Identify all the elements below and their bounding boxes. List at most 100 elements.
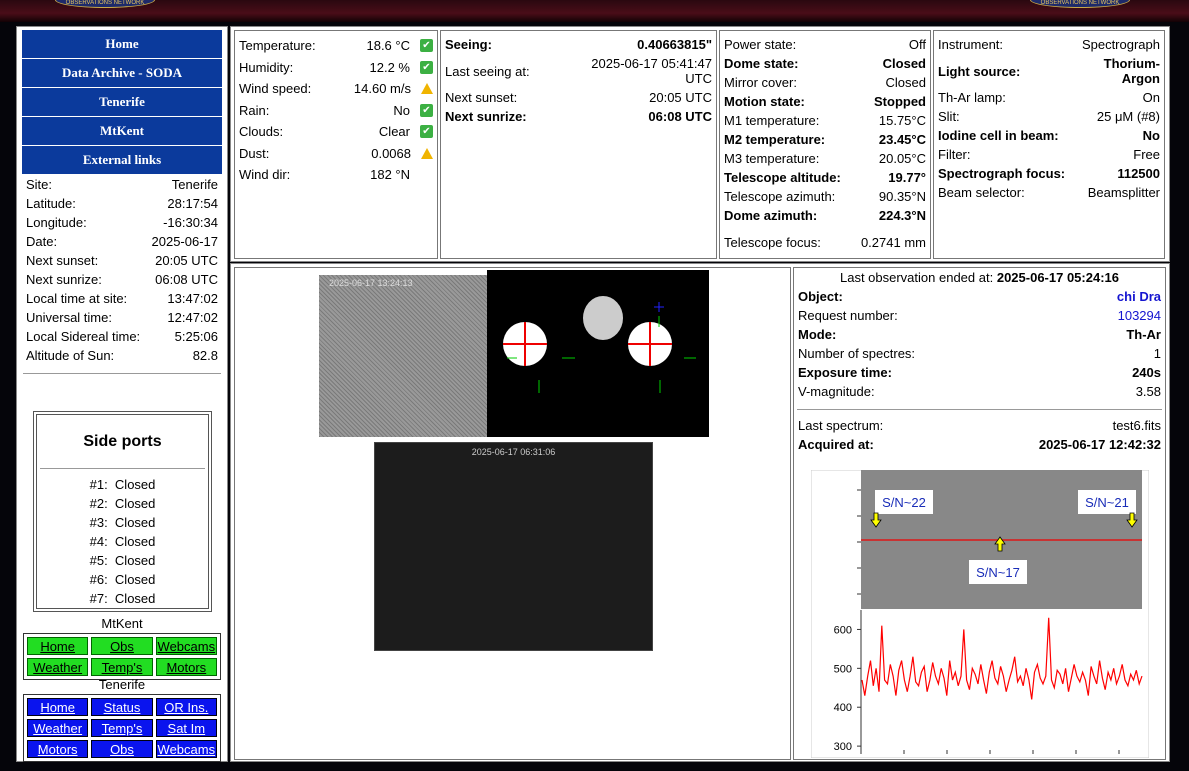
site-row-altitude-of-sun: Altitude of Sun: 82.8 bbox=[22, 346, 222, 365]
mtkent-link-obs[interactable]: Obs bbox=[91, 637, 153, 655]
instrument-value: 25 μM (#8) bbox=[1096, 109, 1160, 124]
telescope-row-motion-state: Motion state: Stopped bbox=[720, 92, 930, 111]
nav-mtkent[interactable]: MtKent bbox=[22, 117, 222, 145]
telescope-row-telescope-focus: Telescope focus: 0.2741 mm bbox=[720, 225, 930, 259]
instrument-value: 112500 bbox=[1117, 166, 1160, 181]
warning-icon bbox=[421, 147, 433, 159]
instrument-label: Th-Ar lamp: bbox=[938, 90, 1006, 105]
mtkent-link-temp-s[interactable]: Temp's bbox=[91, 658, 153, 676]
instrument-value: Beamsplitter bbox=[1087, 185, 1160, 200]
observation-value[interactable]: 103294 bbox=[1118, 308, 1161, 323]
nav-data-archive[interactable]: Data Archive - SODA bbox=[22, 59, 222, 87]
mtkent-links: Home Obs Webcams Weather Temp's Motors bbox=[23, 633, 221, 680]
telescope-value: Off bbox=[908, 37, 926, 52]
last-seeing-value: 2025-06-17 05:41:47 UTC bbox=[591, 56, 712, 86]
observation-label: Number of spectres: bbox=[798, 346, 916, 361]
weather-value: 14.60 m/s bbox=[353, 81, 411, 97]
observation-row-v-magnitude: V-magnitude: 3.58 bbox=[794, 382, 1165, 401]
sunrise-row: Next sunrize: 06:08 UTC bbox=[441, 107, 716, 126]
tenerife-title: Tenerife bbox=[98, 677, 146, 692]
dome-camera-image[interactable]: 2025-06-17 06:31:06 bbox=[374, 442, 653, 651]
check-icon: ✔ bbox=[420, 125, 433, 139]
weather-value-wrap: Clear ✔ bbox=[379, 124, 433, 139]
instrument-value: Spectrograph bbox=[1081, 37, 1160, 52]
telescope-row-m3-temperature: M3 temperature: 20.05°C bbox=[720, 149, 930, 168]
weather-label: Clouds: bbox=[239, 124, 284, 140]
spectrum-chart[interactable]: S/N~22 S/N~21 S/N~17 300 400 500 600 bbox=[811, 470, 1149, 758]
observation-value[interactable]: chi Dra bbox=[1117, 289, 1161, 304]
weather-value-wrap: 14.60 m/s bbox=[354, 81, 433, 96]
site-row-date: Date: 2025-06-17 bbox=[22, 232, 222, 251]
instrument-label: Slit: bbox=[938, 109, 960, 124]
site-value: 5:25:06 bbox=[174, 329, 218, 344]
tenerife-link-webcams[interactable]: Webcams bbox=[155, 740, 217, 758]
guider-camera-image[interactable] bbox=[487, 270, 709, 437]
weather-row-humidity: Humidity: 12.2 % ✔ bbox=[235, 57, 437, 79]
weather-row-wind-speed: Wind speed: 14.60 m/s bbox=[235, 78, 437, 100]
tenerife-link-motors[interactable]: Motors bbox=[27, 740, 89, 758]
nav-external-links[interactable]: External links bbox=[22, 146, 222, 174]
telescope-value: 0.2741 mm bbox=[860, 234, 926, 250]
mtkent-link-webcams[interactable]: Webcams bbox=[155, 637, 217, 655]
telescope-value: 19.77° bbox=[888, 170, 926, 185]
weather-value-wrap: No ✔ bbox=[393, 103, 433, 118]
mtkent-link-weather[interactable]: Weather bbox=[27, 658, 89, 676]
tenerife-link-weather[interactable]: Weather bbox=[27, 719, 89, 737]
telescope-row-mirror-cover: Mirror cover: Closed bbox=[720, 73, 930, 92]
telescope-value: Closed bbox=[882, 56, 926, 71]
tenerife-link-status[interactable]: Status bbox=[91, 698, 153, 716]
allsky-camera-image[interactable]: 2025-06-17 13:24:13 bbox=[319, 275, 487, 437]
site-value: 13:47:02 bbox=[167, 291, 218, 306]
port-state: Closed bbox=[114, 496, 156, 511]
port-state: Closed bbox=[114, 591, 156, 606]
nav-home[interactable]: Home bbox=[22, 30, 222, 58]
instrument-label: Iodine cell in beam: bbox=[938, 128, 1059, 143]
instrument-label: Light source: bbox=[938, 63, 1021, 79]
observation-label: Object: bbox=[798, 289, 843, 304]
instrument-label: Instrument: bbox=[938, 37, 1004, 52]
telescope-label: Telescope focus: bbox=[724, 234, 821, 250]
port-state: Closed bbox=[114, 515, 156, 530]
acquired-label: Acquired at: bbox=[798, 437, 874, 452]
header-banner: OBSERVATIONS NETWORK OBSERVATIONS NETWOR… bbox=[0, 0, 1189, 22]
tenerife-link-or-ins[interactable]: OR Ins. bbox=[155, 698, 217, 716]
last-spectrum-value: test6.fits bbox=[1112, 418, 1161, 433]
site-label: Local time at site: bbox=[26, 291, 128, 306]
nav-tenerife[interactable]: Tenerife bbox=[22, 88, 222, 116]
instrument-row-instrument: Instrument: Spectrograph bbox=[934, 35, 1164, 54]
tenerife-link-temp-s[interactable]: Temp's bbox=[91, 719, 153, 737]
tenerife-link-home[interactable]: Home bbox=[27, 698, 89, 716]
dome-camera-timestamp: 2025-06-17 06:31:06 bbox=[471, 447, 556, 457]
instrument-row-filter: Filter: Free bbox=[934, 145, 1164, 164]
observation-row-number-of-spectres: Number of spectres: 1 bbox=[794, 344, 1165, 363]
observation-details: Object: chi Dra Request number: 103294 Mode:… bbox=[794, 287, 1165, 401]
site-value: 28:17:54 bbox=[167, 196, 218, 211]
sunset-value: 20:05 UTC bbox=[649, 90, 712, 105]
weather-value: 182 °N bbox=[370, 167, 410, 183]
seeing-label: Seeing: bbox=[445, 37, 492, 52]
tenerife-links: Home Status OR Ins. Weather Temp's Sat Im Moto… bbox=[23, 694, 221, 762]
instrument-row-th-ar-lamp: Th-Ar lamp: On bbox=[934, 88, 1164, 107]
observatory-logo-left: OBSERVATIONS NETWORK bbox=[55, 0, 155, 8]
telescope-label: Telescope altitude: bbox=[724, 170, 841, 185]
acquired-row: Acquired at: 2025-06-17 12:42:32 bbox=[794, 435, 1165, 454]
weather-value: 0.0068 bbox=[371, 145, 411, 161]
side-port-row: #5: Closed bbox=[37, 551, 208, 570]
weather-box: Temperature: 18.6 °C ✔ Humidity: 12.2 % ✔ Wind… bbox=[234, 30, 438, 259]
status-panel: Temperature: 18.6 °C ✔ Humidity: 12.2 % ✔ Wind… bbox=[230, 26, 1170, 262]
observation-value: Th-Ar bbox=[1126, 327, 1161, 342]
observation-row-exposure-time: Exposure time: 240s bbox=[794, 363, 1165, 382]
instrument-label: Filter: bbox=[938, 147, 971, 162]
weather-label: Wind speed: bbox=[239, 81, 312, 97]
observation-label: Mode: bbox=[798, 327, 837, 342]
seeing-row: Seeing: 0.40663815" bbox=[441, 35, 716, 54]
side-port-row: #6: Closed bbox=[37, 570, 208, 589]
tenerife-link-sat-im[interactable]: Sat Im bbox=[155, 719, 217, 737]
tenerife-link-obs[interactable]: Obs bbox=[91, 740, 153, 758]
mtkent-link-home[interactable]: Home bbox=[27, 637, 89, 655]
site-row-next-sunrize: Next sunrize: 06:08 UTC bbox=[22, 270, 222, 289]
telescope-label: M1 temperature: bbox=[724, 113, 820, 128]
mtkent-link-motors[interactable]: Motors bbox=[155, 658, 217, 676]
side-port-row: #4: Closed bbox=[37, 532, 208, 551]
guider-svg bbox=[503, 296, 696, 393]
